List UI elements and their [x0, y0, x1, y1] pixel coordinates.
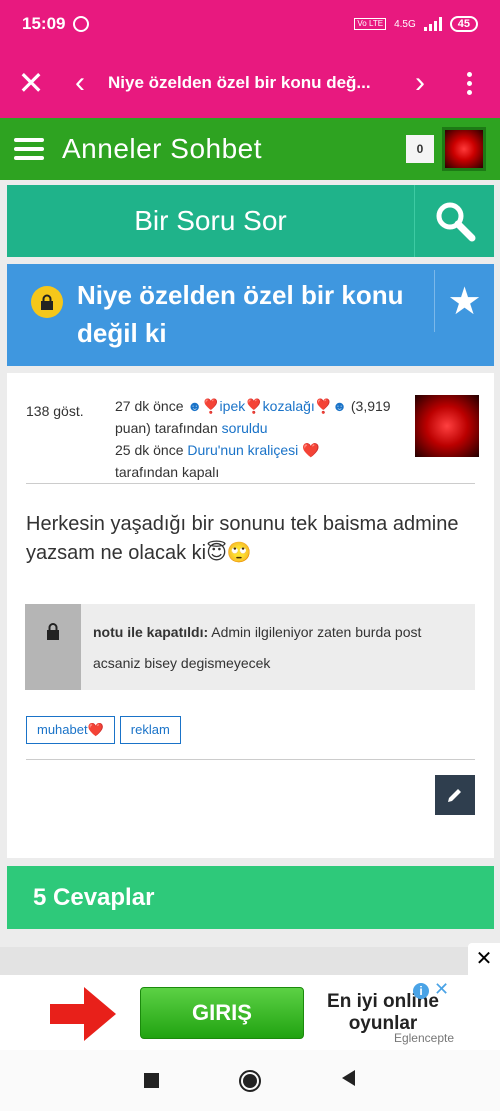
question-meta-text: 27 dk önce ☻❣️ipek❣️kozalağı❣️☻ (3,919 p…	[115, 395, 395, 483]
network-type: 4.5G	[394, 18, 416, 30]
ad-login-button[interactable]: GIRIŞ	[140, 987, 304, 1039]
ad-strip	[0, 947, 500, 977]
asked-action-link[interactable]: soruldu	[222, 420, 268, 436]
arrow-right-icon	[50, 987, 116, 1041]
info-icon[interactable]: i	[413, 983, 429, 999]
ad-close-button[interactable]: ✕	[468, 943, 500, 975]
asked-time: 27 dk önce	[115, 398, 184, 414]
author-avatar[interactable]	[415, 395, 479, 457]
asked-by-text: tarafından	[154, 420, 218, 436]
close-note-text: notu ile kapatıldı: Admin ilgileniyor za…	[81, 604, 475, 690]
status-indicators: Vo LTE 4.5G 45	[354, 16, 478, 32]
question-header: Niye özelden özel bir konu değil ki ★	[7, 264, 494, 366]
status-bar: 15:09 Vo LTE 4.5G 45	[0, 0, 500, 48]
title-bar: ✕ ‹ Niye özelden özel bir konu değ... ›	[0, 48, 500, 118]
status-time: 15:09	[22, 14, 66, 33]
close-note-label: notu ile kapatıldı:	[93, 624, 209, 640]
edit-icon[interactable]	[435, 775, 475, 815]
user-avatar[interactable]	[442, 127, 486, 171]
close-icon[interactable]: ✕	[0, 48, 62, 118]
chevron-right-icon[interactable]: ›	[402, 66, 438, 100]
chevron-left-icon[interactable]: ‹	[62, 66, 98, 100]
close-icon[interactable]: ✕	[434, 979, 449, 1000]
volte-icon: Vo LTE	[354, 18, 387, 30]
question-card: 138 göst. 27 dk önce ☻❣️ipek❣️kozalağı❣️…	[7, 373, 494, 858]
closed-time: 25 dk önce	[115, 442, 184, 458]
page-title: Niye özelden özel bir konu değ...	[108, 73, 371, 92]
site-header: Anneler Sohbet 0	[0, 118, 500, 180]
asker-link[interactable]: ☻❣️ipek❣️kozalağı❣️☻	[187, 398, 347, 414]
alarm-icon	[73, 16, 90, 32]
answers-header: 5 Cevaplar	[7, 866, 494, 929]
close-note: notu ile kapatıldı: Admin ilgileniyor za…	[25, 604, 475, 690]
search-icon[interactable]	[414, 185, 494, 257]
battery-icon: 45	[449, 16, 478, 32]
lock-icon	[31, 286, 63, 318]
ad-sponsor: Eglencepte	[393, 1031, 454, 1045]
tag-list: muhabet❤️ reklam	[26, 716, 181, 744]
ask-question-button[interactable]: Bir Soru Sor	[7, 185, 414, 257]
ad-banner[interactable]: GIRIŞ En iyi online oyunlar Eglencepte i…	[0, 975, 500, 1050]
star-icon[interactable]: ★	[434, 270, 494, 332]
closer-link[interactable]: Duru'nun kraliçesi	[187, 442, 298, 458]
ask-question-bar: Bir Soru Sor	[7, 185, 494, 257]
question-body: Herkesin yaşadığı bir sonunu tek baisma …	[26, 513, 459, 564]
system-nav-bar	[0, 1050, 500, 1111]
heart-icon: ❤️	[302, 442, 320, 458]
more-options-icon[interactable]	[438, 71, 500, 95]
site-brand[interactable]: Anneler Sohbet	[62, 133, 262, 165]
ad-title[interactable]: En iyi online oyunlar	[318, 991, 448, 1035]
recent-apps-icon[interactable]	[143, 1073, 159, 1088]
question-title: Niye özelden özel bir konu değil ki	[77, 280, 404, 348]
back-icon[interactable]	[341, 1070, 357, 1091]
divider	[26, 483, 475, 484]
signal-icon	[423, 17, 442, 31]
tag-reklam[interactable]: reklam	[119, 716, 181, 744]
tag-muhabet[interactable]: muhabet❤️	[26, 716, 115, 744]
lock-icon	[25, 604, 81, 690]
menu-icon[interactable]	[14, 138, 44, 160]
divider	[26, 759, 475, 760]
closed-by-text: tarafından kapalı	[115, 464, 220, 480]
notification-count[interactable]: 0	[406, 135, 434, 163]
home-icon[interactable]	[238, 1069, 261, 1092]
view-count: 138 göst.	[26, 403, 84, 419]
